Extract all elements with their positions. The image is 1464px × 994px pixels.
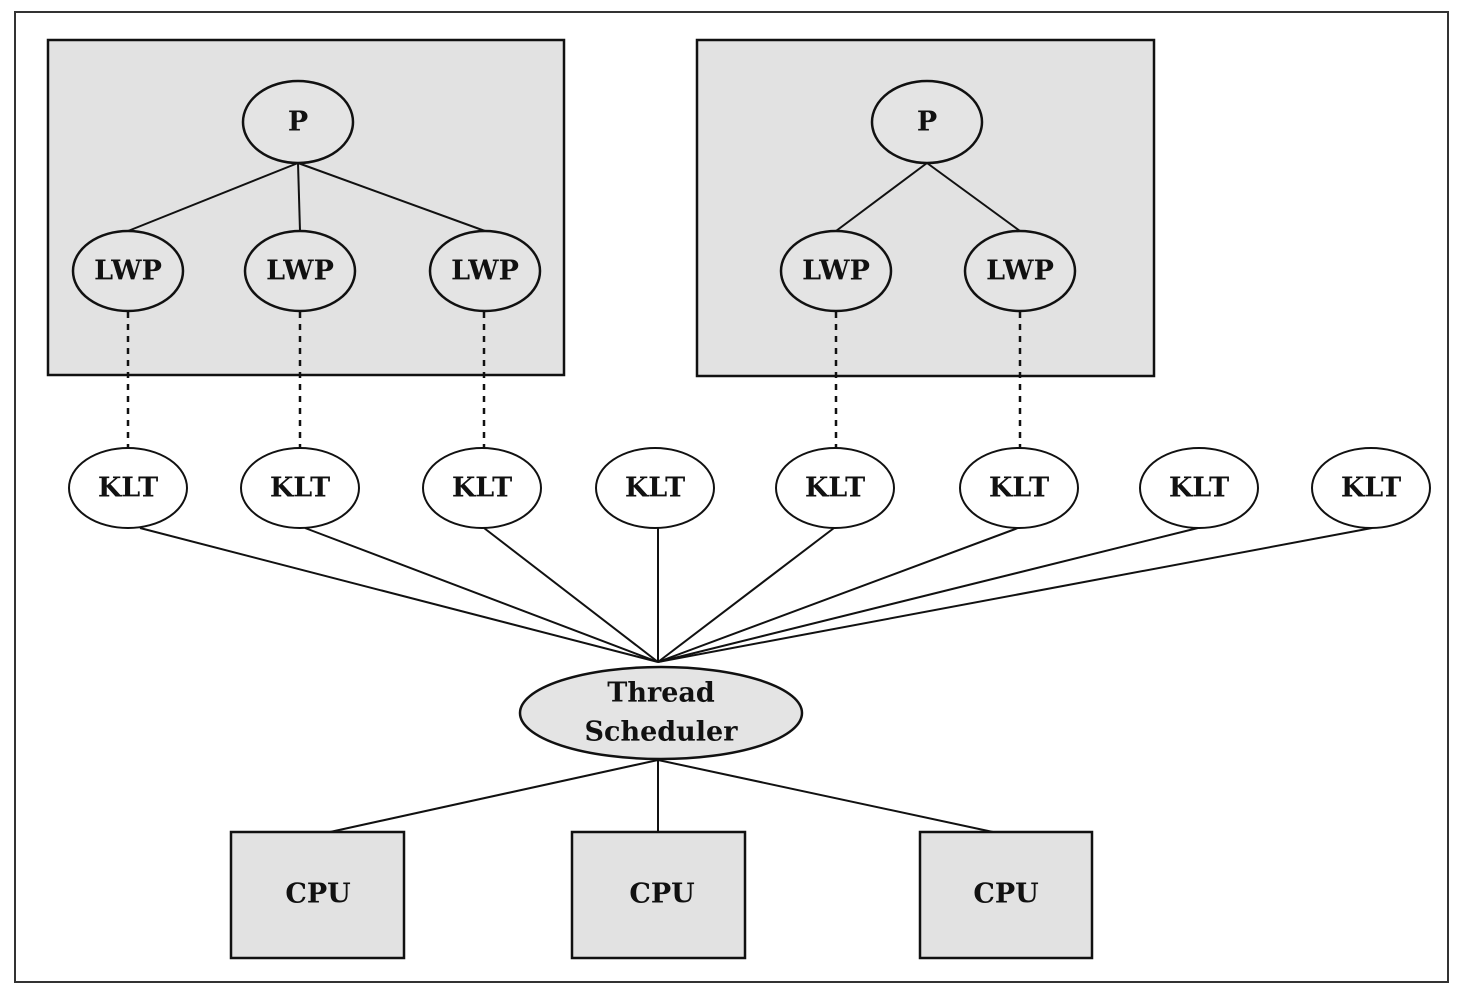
klt-node: KLT (240, 447, 360, 529)
klt-label: KLT (625, 473, 685, 504)
scheduler-label-line2: Scheduler (585, 717, 739, 748)
klt-node: KLT (775, 447, 895, 529)
klt-node: KLT (422, 447, 542, 529)
klt-node: KLT (1311, 447, 1431, 529)
cpu-box: CPU (229, 830, 406, 960)
klt-label: KLT (1169, 473, 1229, 504)
cpu-box: CPU (570, 830, 747, 960)
klt-label: KLT (98, 473, 158, 504)
lwp-node: LWP (71, 229, 185, 313)
process-node-1: P (241, 79, 355, 165)
process-label: P (917, 107, 937, 138)
thread-scheduler-node: Thread Scheduler (518, 665, 804, 761)
klt-node: KLT (959, 447, 1079, 529)
klt-label: KLT (1341, 473, 1401, 504)
lwp-label: LWP (802, 256, 870, 287)
lwp-node: LWP (779, 229, 893, 313)
lwp-label: LWP (266, 256, 334, 287)
lwp-node: LWP (428, 229, 542, 313)
process-node-2: P (870, 79, 984, 165)
thread-model-diagram: P P LWP LWP LWP LWP LWP KLT KLT KLT KLT … (14, 11, 1449, 983)
klt-node: KLT (1139, 447, 1259, 529)
lwp-node: LWP (963, 229, 1077, 313)
cpu-label: CPU (973, 879, 1038, 910)
klt-label: KLT (270, 473, 330, 504)
lwp-label: LWP (986, 256, 1054, 287)
lwp-label: LWP (451, 256, 519, 287)
cpu-box: CPU (918, 830, 1094, 960)
klt-node: KLT (68, 447, 188, 529)
process-label: P (288, 107, 308, 138)
klt-label: KLT (452, 473, 512, 504)
scheduler-label-line1: Thread (607, 678, 715, 709)
cpu-label: CPU (629, 879, 694, 910)
lwp-label: LWP (94, 256, 162, 287)
klt-label: KLT (805, 473, 865, 504)
klt-node: KLT (595, 447, 715, 529)
lwp-node: LWP (243, 229, 357, 313)
cpu-label: CPU (285, 879, 350, 910)
klt-label: KLT (989, 473, 1049, 504)
